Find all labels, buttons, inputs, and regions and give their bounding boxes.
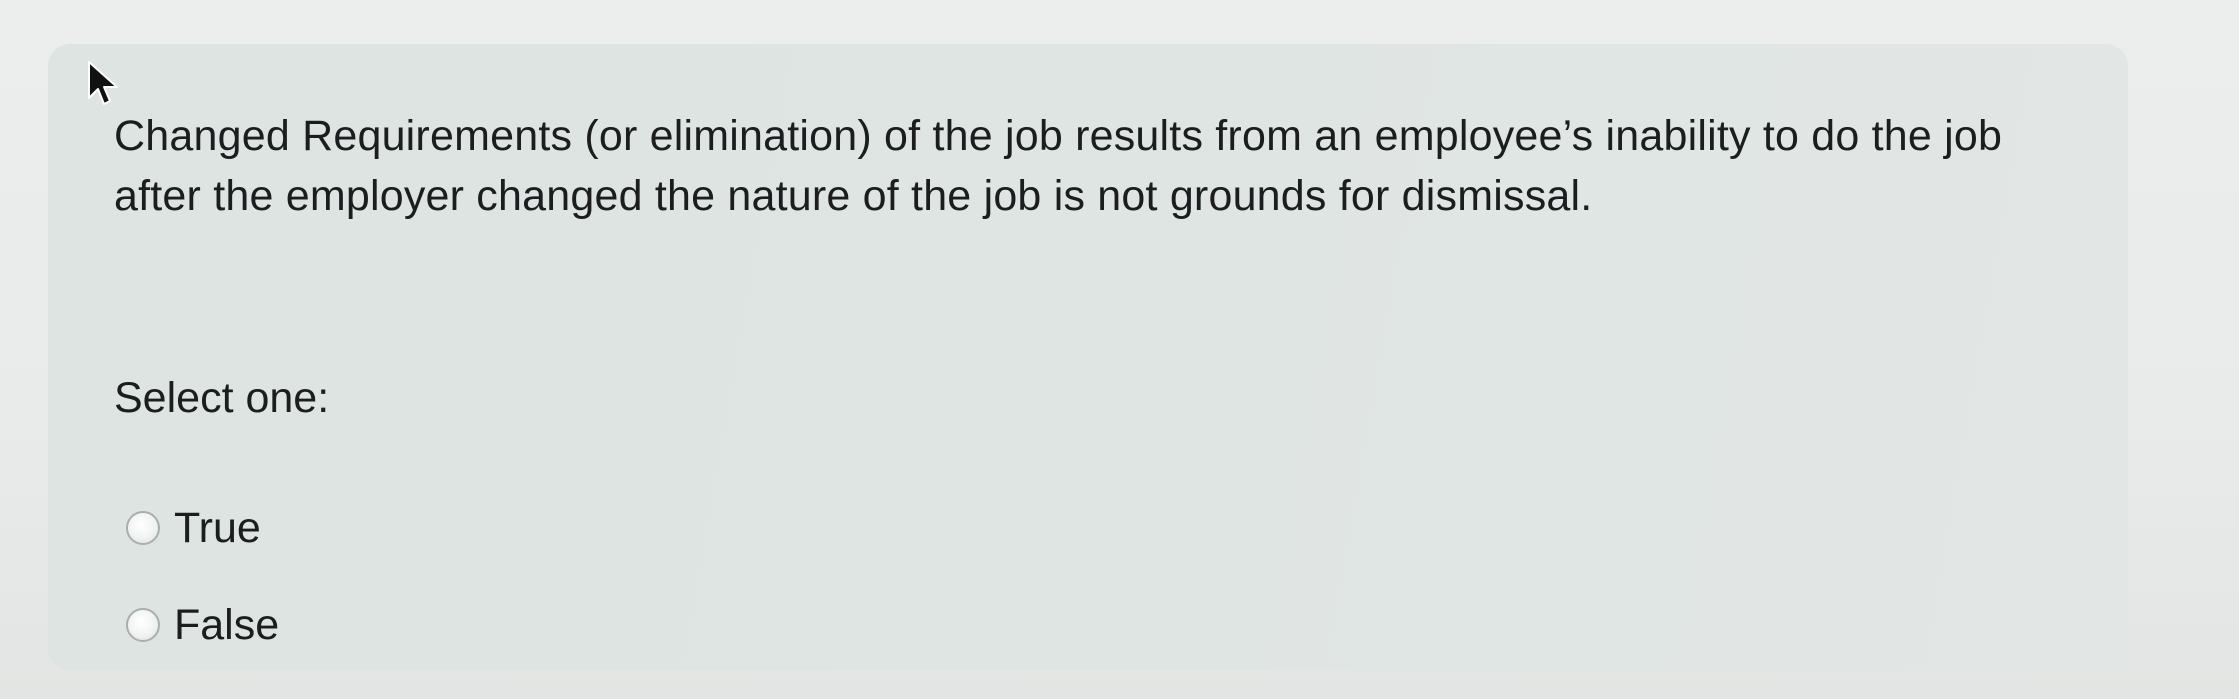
option-true[interactable]: True (126, 500, 261, 556)
select-one-prompt: Select one: (114, 374, 330, 422)
mouse-pointer-icon (88, 61, 118, 105)
question-card: Changed Requirements (or elimination) of… (48, 44, 2128, 670)
question-text: Changed Requirements (or elimination) of… (114, 112, 2003, 220)
option-false[interactable]: False (126, 597, 279, 653)
option-true-label[interactable]: True (174, 500, 261, 556)
radio-true[interactable] (126, 511, 160, 545)
option-false-label[interactable]: False (174, 597, 279, 653)
radio-false[interactable] (126, 608, 160, 642)
